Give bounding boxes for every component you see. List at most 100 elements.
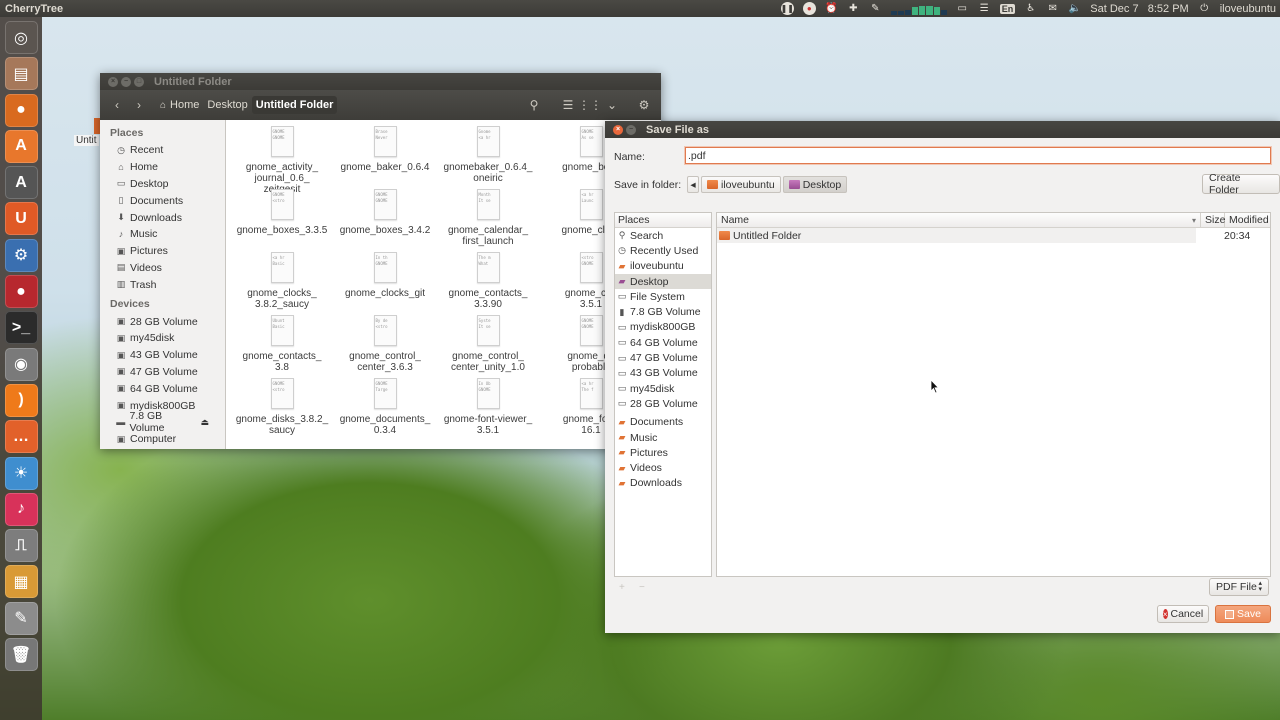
weather-icon[interactable]: ☀ (4, 456, 38, 490)
sidebar-item-music[interactable]: ♪ Music (100, 226, 225, 243)
alarm-icon[interactable]: ⏰ (825, 2, 838, 15)
files-icon[interactable]: ▤ (4, 57, 38, 91)
maximize-button[interactable]: − (626, 124, 636, 135)
file-item[interactable]: Syste It se gnome_control_ center_unity_1… (439, 315, 537, 373)
ubuntu-one-icon[interactable]: U (4, 202, 38, 236)
sidebar-item-recent[interactable]: ◷ Recent (100, 142, 225, 159)
column-modified[interactable]: Modified (1225, 213, 1270, 227)
screenshot-icon[interactable]: ◉ (4, 347, 38, 381)
grid-view-icon[interactable]: ⋮⋮ (578, 94, 602, 116)
cancel-button[interactable]: × Cancel (1157, 605, 1209, 623)
search-icon[interactable]: ⚲ (523, 94, 545, 116)
view-options-icon[interactable]: ⌄ (601, 94, 623, 116)
add-bookmark-button[interactable]: + (619, 582, 625, 593)
puzzle-icon[interactable]: ✚ (847, 2, 860, 15)
file-item[interactable]: The m What gnome_contacts_ 3.3.90 (439, 252, 537, 310)
sidebar-item-videos[interactable]: ▤ Videos (100, 260, 225, 277)
file-manager-titlebar[interactable]: × − □ Untitled Folder (100, 73, 661, 90)
close-button[interactable]: × (613, 124, 623, 135)
volume-icon[interactable]: 🔈 (1068, 2, 1081, 15)
settings-icon[interactable]: ⚙ (4, 238, 38, 272)
software-center-icon[interactable]: A (4, 129, 38, 163)
breadcrumb-home[interactable]: Home (166, 96, 203, 114)
sidebar-item-64-gb-volume[interactable]: ▣ 64 GB Volume (100, 380, 225, 397)
place-64-gb-volume[interactable]: ▭ 64 GB Volume (615, 335, 711, 350)
tray-icon[interactable]: ▭ (956, 2, 969, 15)
sidebar-item-downloads[interactable]: ⬇ Downloads (100, 209, 225, 226)
path-back-button[interactable]: ◂ (687, 176, 699, 193)
mail-icon[interactable]: ✉ (1046, 2, 1059, 15)
file-item[interactable]: By de <stro gnome_control_ center_3.6.3 (336, 315, 434, 373)
place-videos[interactable]: ▰ Videos (615, 460, 711, 475)
place-recently-used[interactable]: ◷ Recently Used (615, 243, 711, 258)
place-downloads[interactable]: ▰ Downloads (615, 476, 711, 491)
place-documents[interactable]: ▰ Documents (615, 415, 711, 430)
checker-icon[interactable]: ▦ (4, 565, 38, 599)
place-my45disk[interactable]: ▭ my45disk (615, 381, 711, 396)
file-row[interactable]: Untitled Folder 20:34 (717, 228, 1270, 243)
sidebar-item-28-gb-volume[interactable]: ▣ 28 GB Volume (100, 313, 225, 330)
sidebar-item-my45disk[interactable]: ▣ my45disk (100, 330, 225, 347)
sidebar-item-computer[interactable]: ▣ Computer (100, 431, 225, 448)
file-item[interactable]: GNOME GNOME gnome_boxes_3.4.2 (336, 189, 434, 236)
sidebar-item-desktop[interactable]: ▭ Desktop (100, 176, 225, 193)
pause-icon[interactable]: ❚❚ (781, 2, 794, 15)
close-button[interactable]: × (108, 76, 118, 87)
minimize-button[interactable]: − (121, 76, 131, 87)
file-item[interactable]: Ubunt Basic gnome_contacts_ 3.8 (233, 315, 331, 373)
file-item[interactable]: <a hr Basic gnome_clocks_ 3.8.2_saucy (233, 252, 331, 310)
place-47-gb-volume[interactable]: ▭ 47 GB Volume (615, 350, 711, 365)
column-size[interactable]: Size (1201, 213, 1225, 227)
user-name[interactable]: iloveubuntu (1220, 3, 1276, 15)
sidebar-item-documents[interactable]: ▯ Documents (100, 192, 225, 209)
create-folder-button[interactable]: Create Folder (1202, 172, 1280, 196)
trash-icon[interactable]: 🗑 (4, 638, 38, 672)
dash-icon[interactable]: ◎ (4, 21, 38, 54)
rss-icon[interactable]: ) (4, 383, 38, 417)
sidebar-item-47-gb-volume[interactable]: ▣ 47 GB Volume (100, 364, 225, 381)
dialog-titlebar[interactable]: × − Save File as (605, 121, 1280, 138)
place-iloveubuntu[interactable]: ▰ iloveubuntu (615, 259, 711, 274)
record-icon[interactable]: ● (802, 2, 816, 15)
place-43-gb-volume[interactable]: ▭ 43 GB Volume (615, 366, 711, 381)
file-name-input[interactable] (685, 147, 1271, 164)
firefox-icon[interactable]: ● (4, 93, 38, 127)
eject-icon[interactable]: ⏏ (200, 417, 209, 428)
clock[interactable]: Sat Dec 7 8:52 PM (1090, 3, 1188, 15)
pen-icon[interactable]: ✎ (869, 2, 882, 15)
keyboard-layout[interactable]: En (999, 3, 1016, 14)
place-file-system[interactable]: ▭ File System (615, 289, 711, 304)
place-28-gb-volume[interactable]: ▭ 28 GB Volume (615, 396, 711, 411)
back-button[interactable]: ‹ (106, 94, 128, 116)
file-item[interactable]: Gnome <a hr gnomebaker_0.6.4_ oneiric (439, 126, 537, 184)
network-meter[interactable] (890, 2, 947, 15)
file-type-select[interactable]: PDF File ▴ ▾ (1209, 578, 1269, 596)
file-item[interactable]: In Ub GNOME gnome-font-viewer_ 3.5.1 (439, 378, 537, 436)
save-button[interactable]: Save (1215, 605, 1271, 623)
path-desktop[interactable]: Desktop (782, 176, 848, 193)
file-item[interactable]: In th GNOME gnome_clocks_git (336, 252, 434, 299)
place-pictures[interactable]: ▰ Pictures (615, 445, 711, 460)
breadcrumb-current[interactable]: Untitled Folder (251, 96, 338, 114)
usb-icon[interactable]: ⎍ (4, 529, 38, 563)
terminal-icon[interactable]: >_ (4, 311, 38, 345)
maximize-button[interactable]: □ (134, 76, 144, 87)
file-item[interactable]: Brase Never gnome_baker_0.6.4 (336, 126, 434, 173)
column-name[interactable]: Name ▾ (717, 213, 1201, 227)
sidebar-item-trash[interactable]: ▥ Trash (100, 276, 225, 293)
forward-button[interactable]: › (128, 94, 150, 116)
menu-icon[interactable]: ☰ (978, 2, 991, 15)
place-desktop[interactable]: ▰ Desktop (615, 273, 711, 290)
file-item[interactable]: GNOME Targe gnome_documents_ 0.3.4 (336, 378, 434, 436)
updater-icon[interactable]: A (4, 166, 38, 200)
path-iloveubuntu[interactable]: iloveubuntu (701, 176, 781, 193)
cherrytree-icon[interactable]: ● (4, 275, 38, 309)
accessibility-icon[interactable]: ♿ (1024, 2, 1037, 15)
sidebar-item-pictures[interactable]: ▣ Pictures (100, 243, 225, 260)
file-item[interactable]: Month It se gnome_calendar_ first_launch (439, 189, 537, 247)
gear-icon[interactable]: ⚙ (633, 94, 655, 116)
file-item[interactable]: GNOME <stro gnome_disks_3.8.2_ saucy (233, 378, 331, 436)
sidebar-item-7-8-gb-volume[interactable]: ▬ 7.8 GB Volume ⏏ (100, 410, 225, 434)
power-icon[interactable]: ⏻ (1198, 2, 1211, 15)
sidebar-item-home[interactable]: ⌂ Home (100, 159, 225, 176)
